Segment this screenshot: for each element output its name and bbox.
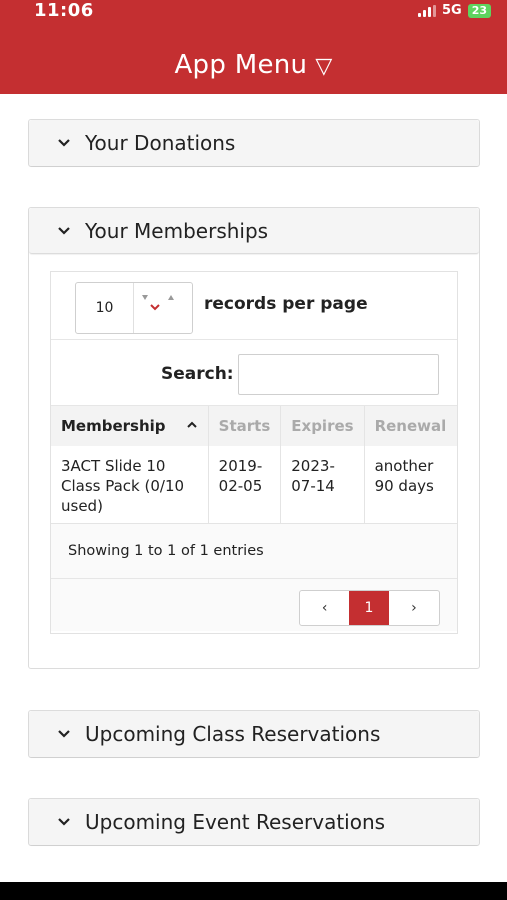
- class-reservations-label: Upcoming Class Reservations: [85, 722, 381, 746]
- memberships-table-wrapper: 10 records per page Search: Membership S…: [50, 271, 458, 634]
- class-reservations-panel: Upcoming Class Reservations: [28, 710, 480, 758]
- next-page-button[interactable]: ›: [389, 591, 439, 625]
- chevron-down-icon: [58, 730, 70, 738]
- app-title: App Menu: [174, 50, 308, 80]
- page-length-label: records per page: [204, 294, 368, 314]
- sort-ascending-icon: [186, 421, 197, 428]
- table-header-row: Membership Starts Expires Renewal: [51, 406, 457, 446]
- memberships-panel: Your Memberships 10 records per page Sea…: [28, 207, 480, 669]
- table-info: Showing 1 to 1 of 1 entries: [68, 542, 264, 559]
- page-length-select[interactable]: 10: [75, 282, 193, 334]
- class-reservations-panel-header[interactable]: Upcoming Class Reservations: [29, 711, 479, 757]
- previous-page-button[interactable]: ‹: [300, 591, 349, 625]
- status-icons: 5G 23: [417, 3, 491, 18]
- chevron-down-icon: [58, 818, 70, 826]
- column-header-membership[interactable]: Membership: [51, 406, 209, 446]
- memberships-panel-header[interactable]: Your Memberships: [29, 208, 479, 254]
- dropdown-triangle-icon: ▽: [315, 54, 333, 79]
- cell-expires: 2023-07-14: [280, 446, 365, 523]
- system-bottom-bar: [0, 882, 507, 900]
- column-header-expires[interactable]: Expires: [280, 406, 365, 446]
- event-reservations-label: Upcoming Event Reservations: [85, 810, 386, 834]
- battery-icon: 23: [467, 3, 491, 18]
- event-reservations-panel-header[interactable]: Upcoming Event Reservations: [29, 799, 479, 845]
- chevron-down-icon: [58, 139, 70, 147]
- app-header: 11:06 5G 23 App Menu ▽: [0, 0, 507, 94]
- search-label: Search:: [161, 364, 234, 384]
- cell-starts: 2019-02-05: [208, 446, 282, 523]
- search-row: Search:: [51, 340, 457, 406]
- event-reservations-panel: Upcoming Event Reservations: [28, 798, 480, 846]
- pagination: ‹ 1 ›: [299, 589, 440, 626]
- column-header-renewal[interactable]: Renewal: [364, 406, 457, 446]
- donations-label: Your Donations: [85, 131, 236, 155]
- memberships-label: Your Memberships: [85, 218, 269, 243]
- page-length-value: 10: [76, 283, 134, 333]
- stepper-arrows-icon: [134, 283, 192, 333]
- chevron-down-icon: [58, 226, 70, 235]
- status-time: 11:06: [34, 0, 94, 21]
- app-menu-toggle[interactable]: App Menu ▽: [0, 50, 507, 80]
- table-row: 3ACT Slide 10 Class Pack (0/10 used) 201…: [51, 446, 457, 523]
- network-label: 5G: [441, 3, 462, 18]
- donations-panel: Your Donations: [28, 119, 480, 167]
- table-info-row: Showing 1 to 1 of 1 entries: [51, 523, 457, 579]
- cell-membership: 3ACT Slide 10 Class Pack (0/10 used): [51, 446, 209, 523]
- cell-renewal: another 90 days: [374, 457, 434, 495]
- pagination-row: ‹ 1 ›: [51, 578, 457, 631]
- search-input[interactable]: [238, 354, 439, 395]
- column-header-starts[interactable]: Starts: [208, 406, 282, 446]
- donations-panel-header[interactable]: Your Donations: [29, 120, 479, 166]
- memberships-table: Membership Starts Expires Renewal 3ACT S…: [51, 406, 457, 524]
- page-1-button[interactable]: 1: [349, 590, 389, 625]
- signal-icon: [417, 4, 436, 17]
- page-length-row: 10 records per page: [51, 272, 457, 340]
